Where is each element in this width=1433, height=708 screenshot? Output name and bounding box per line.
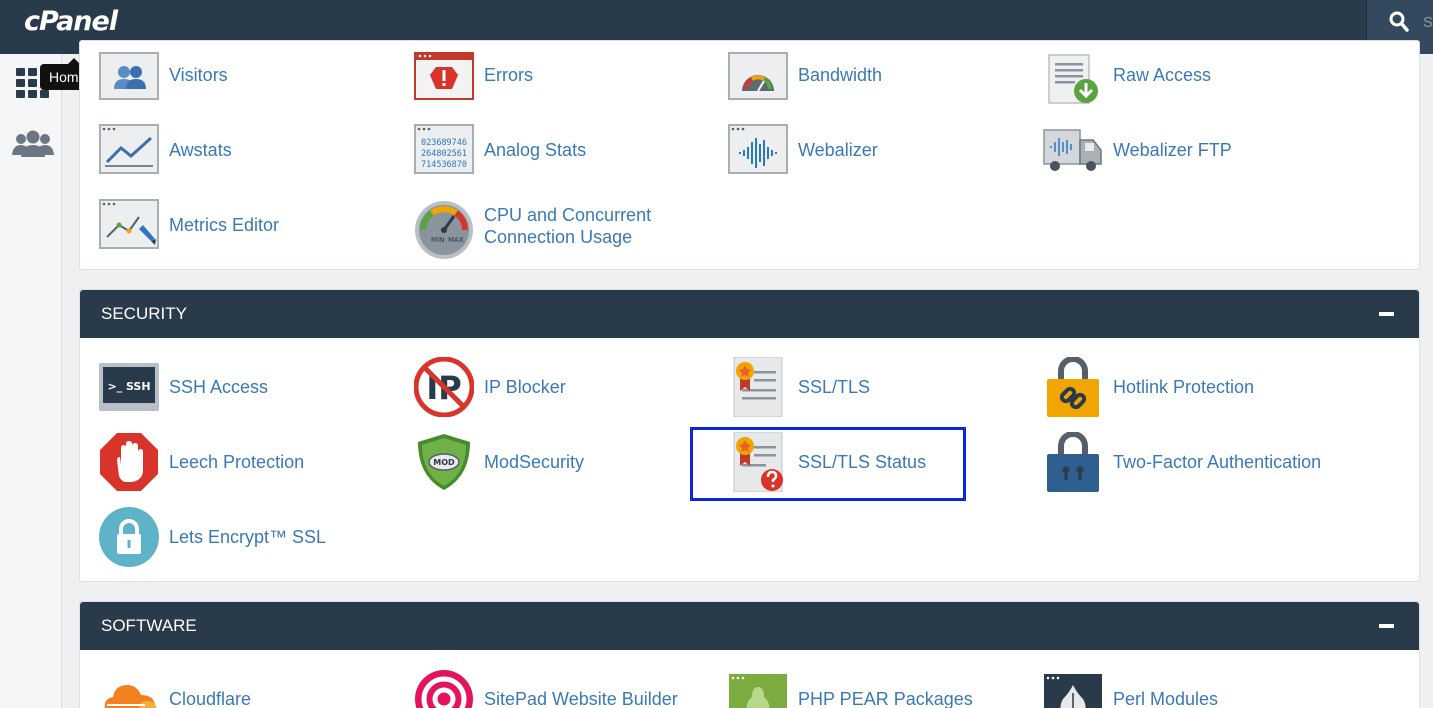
awstats-item[interactable]: Awstats (99, 120, 399, 180)
webalizer-ftp-item[interactable]: Webalizer FTP (1043, 120, 1343, 180)
cpu-usage-label: CPU and Concurrent Connection Usage (484, 204, 651, 248)
lets-encrypt-lock-icon (99, 507, 159, 567)
php-pear-packages-item[interactable]: PHP PEAR Packages (728, 669, 1028, 708)
metrics-editor-item[interactable]: Metrics Editor (99, 195, 399, 255)
ssh-terminal-icon: >_ SSH (99, 363, 159, 411)
perl-modules-item[interactable]: Perl Modules (1043, 669, 1343, 708)
analog-stats-icon: 023689746 264802561 714536870 (414, 124, 474, 174)
cpu-usage-label-line2: Connection Usage (484, 227, 633, 247)
hotlink-lock-icon (1047, 357, 1099, 417)
hotlink-protection-item[interactable]: Hotlink Protection (1043, 357, 1343, 417)
svg-text:714536870: 714536870 (421, 160, 467, 170)
bandwidth-label: Bandwidth (798, 65, 883, 85)
sitepad-icon (415, 670, 473, 708)
svg-text:>_ SSH: >_ SSH (107, 380, 150, 393)
svg-text:MAX: MAX (448, 236, 464, 244)
webalizer-icon (728, 124, 788, 174)
cloudflare-cloud-icon (104, 685, 157, 708)
bandwidth-icon (728, 52, 788, 100)
ssh-access-label: SSH Access (169, 377, 269, 397)
ssl-tls-item[interactable]: SSL/TLS (728, 357, 1018, 417)
software-title: SOFTWARE (101, 616, 197, 635)
raw-access-label: Raw Access (1113, 65, 1212, 85)
analog-stats-item[interactable]: 023689746 264802561 714536870 Analog Sta… (414, 120, 704, 180)
two-factor-authentication-item[interactable]: Two-Factor Authentication (1043, 432, 1343, 492)
webalizer-ftp-label: Webalizer FTP (1113, 140, 1232, 160)
metrics-editor-label: Metrics Editor (169, 215, 280, 235)
ip-blocker-item[interactable]: IP IP Blocker (414, 357, 704, 417)
security-title: SECURITY (101, 304, 187, 323)
raw-access-icon (1048, 54, 1098, 104)
lets-encrypt-ssl-label: Lets Encrypt™ SSL (169, 527, 327, 547)
visitors-icon (99, 52, 159, 100)
collapse-icon[interactable] (1379, 624, 1394, 628)
awstats-icon (99, 124, 159, 174)
sidebar (0, 54, 62, 708)
users-icon[interactable] (11, 130, 55, 158)
errors-icon (414, 52, 474, 100)
cpu-gauge-icon: MIN MAX (415, 201, 473, 259)
cloudflare-label: Cloudflare (169, 689, 252, 708)
leech-protection-item[interactable]: Leech Protection (99, 432, 399, 492)
raw-access-item[interactable]: Raw Access (1043, 45, 1343, 105)
modsecurity-label: ModSecurity (484, 452, 585, 472)
cpanel-logo[interactable]: cPanel (24, 6, 118, 37)
security-header[interactable]: SECURITY (80, 290, 1419, 338)
svg-text:264802561: 264802561 (421, 149, 467, 159)
webalizer-label: Webalizer (798, 140, 878, 160)
webalizer-ftp-icon (1043, 129, 1102, 171)
shield-icon: MOD (418, 434, 470, 490)
errors-label: Errors (484, 65, 533, 85)
metrics-editor-icon (99, 199, 159, 249)
perl-modules-label: Perl Modules (1113, 689, 1219, 708)
ip-blocker-label: IP Blocker (484, 377, 566, 397)
bandwidth-item[interactable]: Bandwidth (728, 45, 1018, 105)
hotlink-protection-label: Hotlink Protection (1113, 377, 1255, 397)
lets-encrypt-ssl-item[interactable]: Lets Encrypt™ SSL (99, 507, 399, 567)
ssh-access-item[interactable]: >_ SSH SSH Access (99, 357, 399, 417)
webalizer-item[interactable]: Webalizer (728, 120, 1018, 180)
search-input[interactable]: Se (1423, 14, 1433, 31)
sitepad-website-builder-label: SitePad Website Builder (484, 689, 678, 708)
perl-onion-icon (1044, 674, 1102, 708)
awstats-label: Awstats (169, 140, 232, 160)
cloudflare-item[interactable]: Cloudflare (99, 669, 399, 708)
two-factor-authentication-label: Two-Factor Authentication (1113, 452, 1322, 472)
modsecurity-item[interactable]: MOD ModSecurity (414, 432, 704, 492)
visitors-item[interactable]: Visitors (99, 45, 399, 105)
ssl-tls-label: SSL/TLS (798, 377, 871, 397)
sitepad-website-builder-item[interactable]: SitePad Website Builder (414, 669, 714, 708)
php-pear-packages-label: PHP PEAR Packages (798, 689, 973, 708)
php-pear-icon (729, 674, 787, 708)
analog-stats-label: Analog Stats (484, 140, 587, 160)
svg-text:MIN: MIN (431, 236, 444, 244)
cpu-usage-label-line1: CPU and Concurrent (484, 205, 652, 225)
lock-icon (1047, 432, 1099, 492)
ip-blocker-icon: IP (414, 357, 474, 417)
svg-text:023689746: 023689746 (421, 138, 467, 148)
leech-protection-label: Leech Protection (169, 452, 305, 472)
certificate-icon (733, 357, 783, 417)
errors-item[interactable]: Errors (414, 45, 704, 105)
selection-highlight (690, 427, 966, 501)
software-header[interactable]: SOFTWARE (80, 602, 1419, 650)
search-icon (1389, 11, 1409, 32)
cpu-usage-item[interactable]: MIN MAX CPU and Concurrent Connection Us… (414, 195, 704, 261)
stop-hand-icon (100, 433, 158, 491)
visitors-label: Visitors (169, 65, 228, 85)
collapse-icon[interactable] (1379, 312, 1394, 316)
svg-text:MOD: MOD (433, 458, 455, 467)
